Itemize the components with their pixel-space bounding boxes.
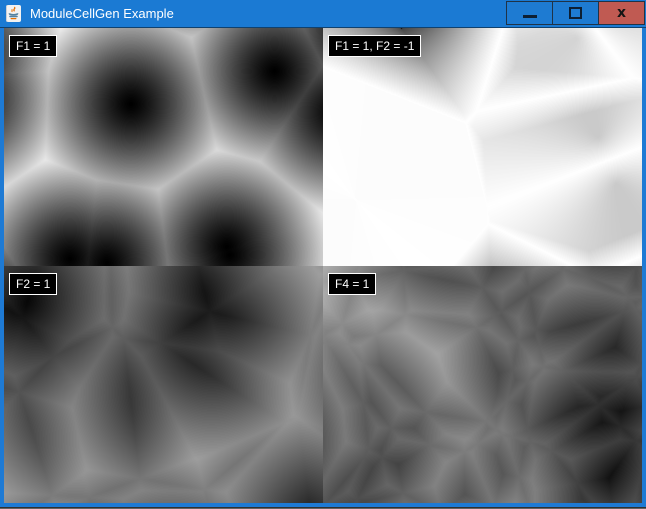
- close-icon: x: [617, 6, 626, 20]
- panel-label-f1f2: F1 = 1, F2 = -1: [328, 35, 421, 57]
- java-coffee-icon: [6, 5, 21, 22]
- noise-canvas-f2: [4, 266, 323, 503]
- noise-canvas-f1f2: [323, 28, 642, 266]
- maximize-button[interactable]: [552, 1, 599, 25]
- maximize-icon: [569, 7, 582, 19]
- panel-f1: F1 = 1: [4, 28, 323, 266]
- minimize-button[interactable]: [506, 1, 553, 25]
- noise-canvas-f4: [323, 266, 642, 503]
- window-controls: x: [507, 1, 645, 25]
- panel-label-f1: F1 = 1: [9, 35, 57, 57]
- panel-f1f2: F1 = 1, F2 = -1: [323, 28, 642, 266]
- minimize-icon: [523, 15, 537, 18]
- panel-f2: F2 = 1: [4, 266, 323, 503]
- panel-f4: F4 = 1: [323, 266, 642, 503]
- app-window: ModuleCellGen Example x F1 = 1 F1 = 1, F…: [0, 0, 646, 509]
- close-button[interactable]: x: [598, 1, 645, 25]
- panel-label-f2: F2 = 1: [9, 273, 57, 295]
- noise-grid: F1 = 1 F1 = 1, F2 = -1 F2 = 1 F4 = 1: [4, 28, 642, 503]
- panel-label-f4: F4 = 1: [328, 273, 376, 295]
- noise-canvas-f1: [4, 28, 323, 266]
- window-title: ModuleCellGen Example: [30, 0, 174, 28]
- titlebar[interactable]: ModuleCellGen Example x: [0, 0, 646, 28]
